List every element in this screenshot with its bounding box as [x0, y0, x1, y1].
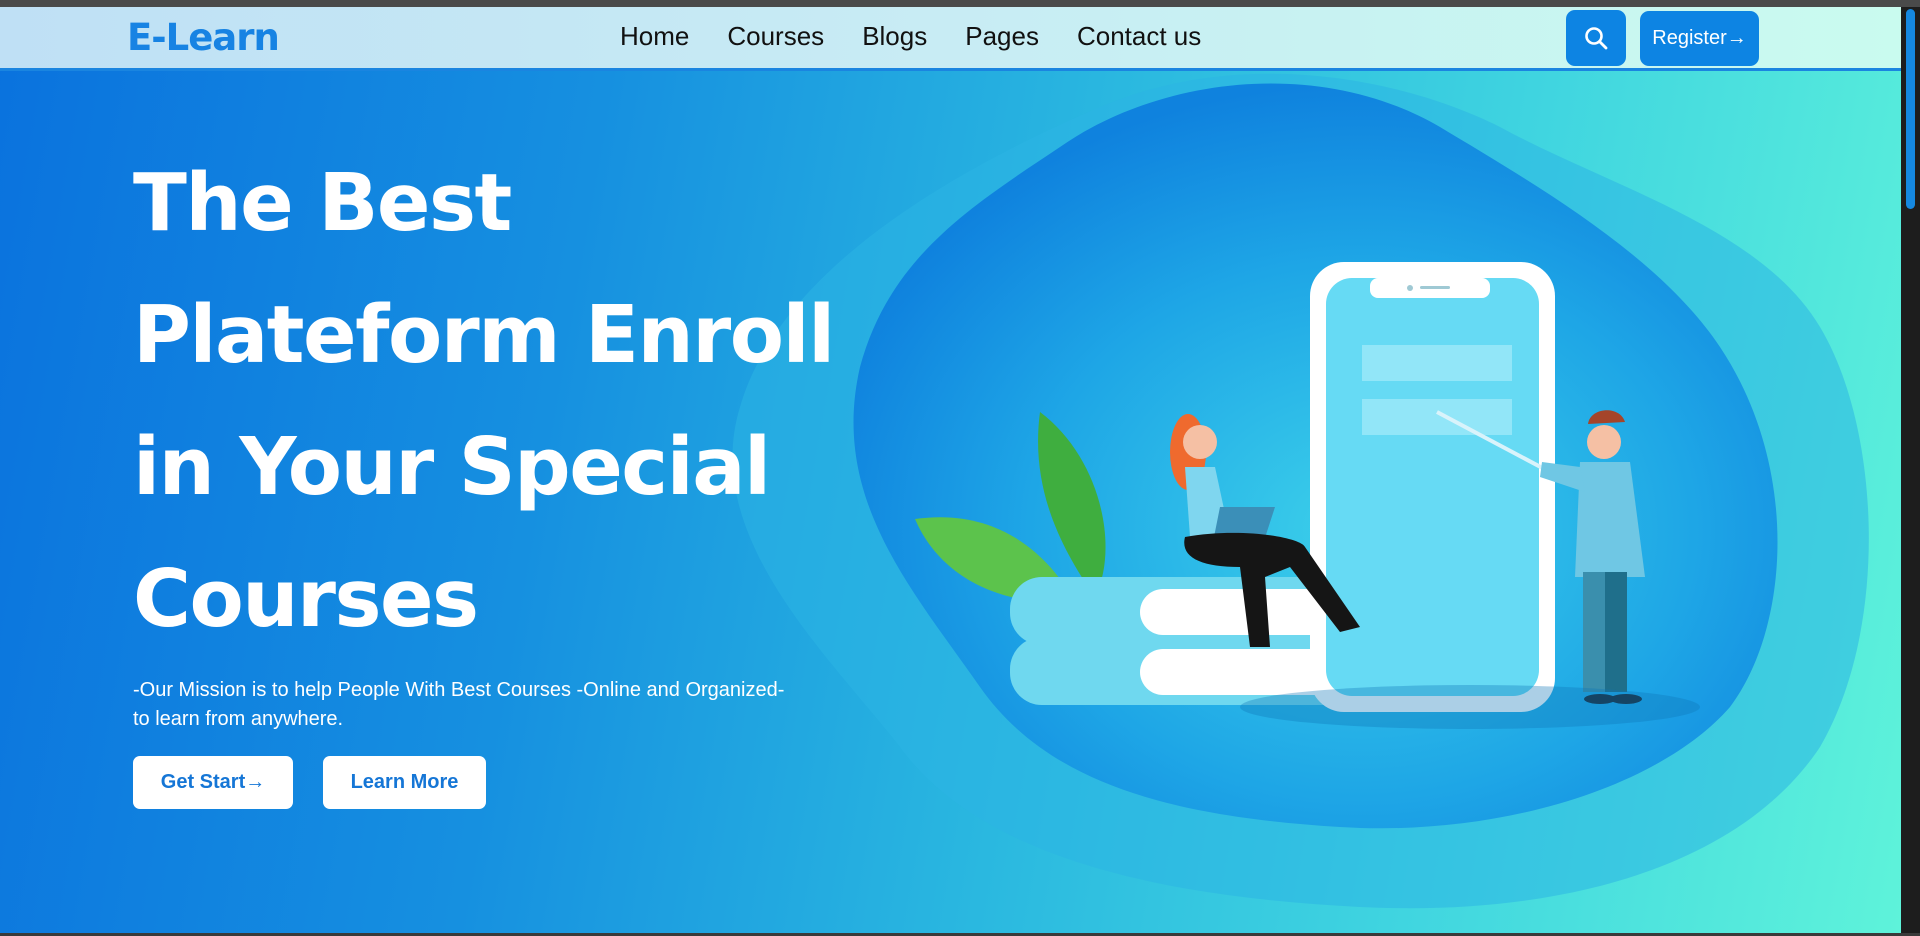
register-button[interactable]: Register→: [1640, 11, 1759, 66]
mission-line: -Our Mission is to help People With Best…: [133, 679, 785, 701]
nav-link-contact[interactable]: Contact us: [1077, 21, 1201, 52]
hero-title-line: The Best: [133, 157, 512, 249]
nav-link-home[interactable]: Home: [620, 21, 689, 52]
hero-title-line: Plateform Enroll: [133, 289, 835, 381]
scrollbar[interactable]: [1901, 7, 1920, 933]
browser-top-strip: [0, 0, 1920, 7]
mission-line: to learn from anywhere.: [133, 708, 344, 730]
mission-text: -Our Mission is to help People With Best…: [133, 676, 913, 734]
figure-shadow: [1240, 685, 1700, 729]
nav-link-pages[interactable]: Pages: [965, 21, 1039, 52]
nav-links: Home Courses Blogs Pages Contact us: [620, 21, 1201, 52]
hero-title-line: in Your Special: [133, 421, 771, 513]
get-start-button[interactable]: Get Start→: [133, 756, 293, 809]
nav-link-blogs[interactable]: Blogs: [862, 21, 927, 52]
site-logo[interactable]: E-Learn: [127, 16, 280, 59]
smartphone: [1310, 262, 1555, 712]
hero-title-line: Courses: [133, 553, 479, 645]
scrollbar-thumb[interactable]: [1906, 9, 1915, 209]
nav-link-courses[interactable]: Courses: [727, 21, 824, 52]
books-stack: [1010, 577, 1360, 705]
learn-more-button[interactable]: Learn More: [323, 756, 486, 809]
search-icon: [1585, 27, 1608, 50]
search-button[interactable]: [1566, 10, 1626, 66]
page: E-Learn Home Courses Blogs Pages Contact…: [0, 7, 1901, 933]
hero-title: The Best Plateform Enroll in Your Specia…: [133, 137, 913, 665]
navbar: E-Learn Home Courses Blogs Pages Contact…: [0, 7, 1901, 71]
